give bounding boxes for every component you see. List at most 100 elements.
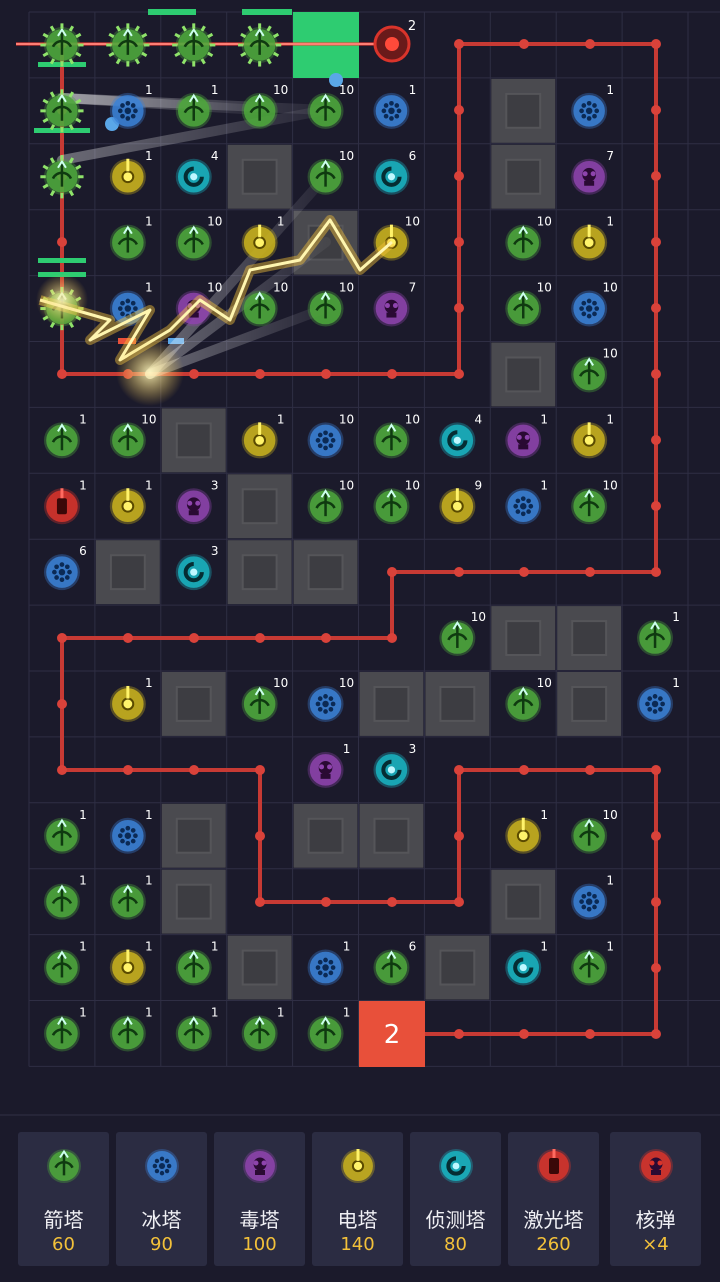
tower-level: 4 [475,412,483,426]
tower-level: 10 [405,478,420,492]
tower-level: 10 [207,215,222,229]
tower-level: 10 [603,478,618,492]
stone-block [491,78,556,143]
path-dot [651,831,661,841]
path-dot [454,171,464,181]
electric-blast [36,274,88,326]
path-dot [189,633,199,643]
path-dot [651,963,661,973]
tower-level: 3 [211,478,219,492]
stone-block [293,540,358,605]
stone-block [95,540,160,605]
tower-level: 1 [145,149,153,163]
path-dot [651,765,661,775]
path-dot [123,633,133,643]
path-dot [585,765,595,775]
stone-block [161,408,226,473]
path-dot [585,1029,595,1039]
stone-block [227,144,292,209]
tower-level: 1 [606,412,614,426]
tower-level: 10 [339,478,354,492]
path-dot [454,105,464,115]
tower-level: 10 [603,346,618,360]
path-dot [651,39,661,49]
shop-card-cost: 140 [340,1234,375,1255]
tower-level: 1 [277,412,285,426]
path-dot [519,39,529,49]
stone-block [491,342,556,407]
tower-level: 10 [537,215,552,229]
tower-level: 1 [606,215,614,229]
shop-card-electric[interactable]: 电塔 140 [312,1132,403,1266]
path-dot [651,897,661,907]
tower-level: 1 [145,1005,153,1019]
path-dot [454,897,464,907]
stone-block [557,672,622,736]
path-dot [454,831,464,841]
tower-level: 10 [339,83,354,97]
stone-block [557,606,622,670]
path-dot [189,369,199,379]
tower-level: 1 [211,940,219,954]
shop-card-detect[interactable]: 侦测塔 80 [410,1132,501,1266]
path-dot [255,633,265,643]
shop-card-poison[interactable]: 毒塔 100 [214,1132,305,1266]
tower-level: 6 [79,544,87,558]
tower-level: 1 [145,478,153,492]
shop-card-nuke[interactable]: 核弹 ×4 [610,1132,701,1266]
tower-level: 1 [145,281,153,295]
tower-level: 10 [405,412,420,426]
shop-card-cost: ×4 [642,1234,669,1255]
tower-level: 10 [141,412,156,426]
shop-card-cost: 90 [150,1234,173,1255]
tower-level: 10 [405,215,420,229]
tower-level: 10 [471,610,486,624]
path-dot [454,303,464,313]
tower-level: 1 [79,412,87,426]
tower-level: 10 [207,281,222,295]
tower-level: 1 [211,83,219,97]
path-dot [454,765,464,775]
tower-level: 1 [277,215,285,229]
tower-level: 1 [672,610,680,624]
shop-card-cost: 100 [242,1234,277,1255]
shop-card-label: 毒塔 [239,1208,280,1232]
shop-card-label: 激光塔 [523,1208,584,1232]
stone-block [227,540,292,605]
tower-level: 1 [540,940,548,954]
path-dot [651,1029,661,1039]
tower-level: 1 [540,808,548,822]
shop-card-arrow[interactable]: 箭塔 60 [18,1132,109,1266]
path-dot [454,1029,464,1039]
tower-level: 7 [606,149,614,163]
tower-level: 1 [145,940,153,954]
path-dot [321,633,331,643]
path-dot [321,369,331,379]
tower-level: 3 [409,742,417,756]
game-board[interactable]: 2 1 1 10 10 1 11 4 10 6 71 10 1 10 10 11 10 10 10 7 10 10101… [0,0,720,1114]
path-dot [57,369,67,379]
stone-block [491,606,556,670]
path-dot [519,765,529,775]
stone-block [227,474,292,539]
tower-level: 10 [273,83,288,97]
tower-level: 6 [409,940,417,954]
shop-card-ice[interactable]: 冰塔 90 [116,1132,207,1266]
tower-level: 1 [606,874,614,888]
shop-card-label: 冰塔 [141,1208,182,1232]
path-dot [255,897,265,907]
stone-block [359,672,424,736]
stone-block [161,869,226,934]
tower-level: 4 [211,149,219,163]
tower-level: 1 [145,83,153,97]
path-dot [255,831,265,841]
tower-level: 10 [339,412,354,426]
tower-level: 1 [672,676,680,690]
path-dot [454,39,464,49]
tower-level: 1 [606,940,614,954]
tower-level: 1 [277,1005,285,1019]
tower-shop-bar: 箭塔 60 冰塔 90 毒塔 100 电塔 140 侦测塔 80 激光塔 260… [0,1114,720,1282]
shop-card-laser[interactable]: 激光塔 260 [508,1132,599,1266]
tower-level: 10 [603,808,618,822]
tower-level: 10 [537,676,552,690]
